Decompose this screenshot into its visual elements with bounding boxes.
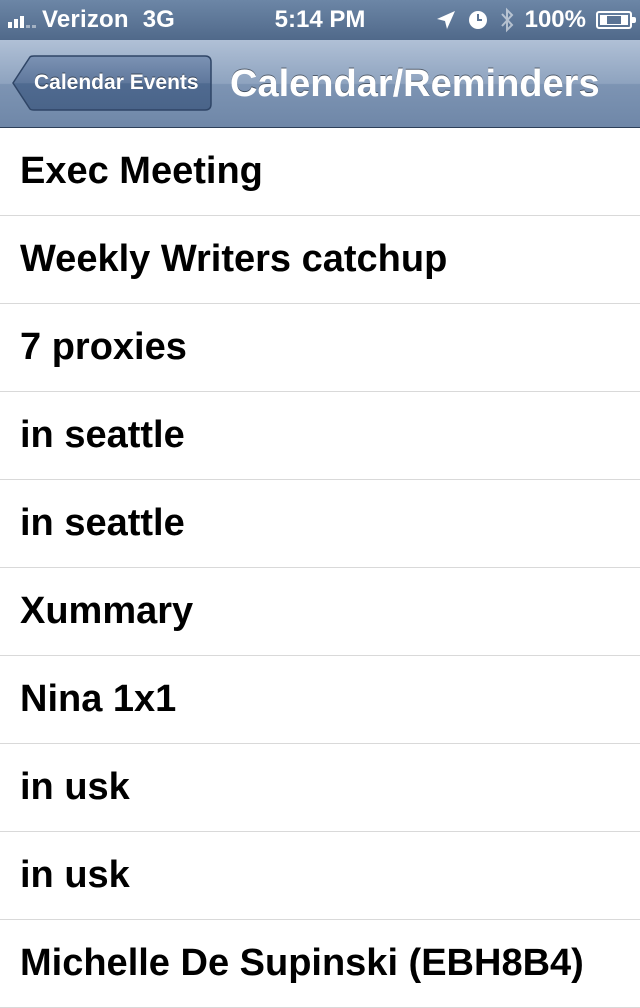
network-type: 3G <box>142 6 175 33</box>
list-item[interactable]: in usk <box>0 744 640 832</box>
list-item[interactable]: Michelle De Supinski (EBH8B4) <box>0 920 640 1008</box>
list-item-label: in usk <box>20 766 130 808</box>
list-item[interactable]: in usk <box>0 832 640 920</box>
battery-charging-icon <box>596 11 636 29</box>
list-item-label: Xummary <box>20 590 194 632</box>
status-bar: Verizon 3G 5:14 PM 100% <box>0 0 640 40</box>
list-item-label: Nina 1x1 <box>20 678 177 720</box>
list-item[interactable]: Weekly Writers catchup <box>0 216 640 304</box>
list-item[interactable]: Exec Meeting <box>0 128 640 216</box>
battery-percent: 100% <box>524 6 586 33</box>
alarm-clock-icon <box>467 9 489 31</box>
list-item-label: Michelle De Supinski (EBH8B4) <box>20 942 584 984</box>
list-item-label: in seattle <box>20 414 185 456</box>
list-item[interactable]: Nina 1x1 <box>0 656 640 744</box>
list-item-label: in usk <box>20 854 130 896</box>
list-item[interactable]: in seattle <box>0 392 640 480</box>
location-arrow-icon <box>435 9 457 31</box>
list-item-label: Weekly Writers catchup <box>20 238 448 280</box>
back-button-label: Calendar Events <box>34 71 199 94</box>
carrier-label: Verizon <box>42 6 129 33</box>
list-item-label: in seattle <box>20 502 185 544</box>
signal-icon <box>8 12 36 28</box>
bluetooth-icon <box>499 7 515 33</box>
list-item[interactable]: 7 proxies <box>0 304 640 392</box>
list-item[interactable]: in seattle <box>0 480 640 568</box>
list-item-label: 7 proxies <box>20 326 187 368</box>
list-item[interactable]: Xummary <box>0 568 640 656</box>
list-item-label: Exec Meeting <box>20 150 263 192</box>
page-title: Calendar/Reminders <box>230 63 600 105</box>
back-button[interactable]: Calendar Events <box>12 55 212 111</box>
reminder-list: Exec Meeting Weekly Writers catchup 7 pr… <box>0 128 640 1008</box>
navigation-bar: Calendar Events Calendar/Reminders <box>0 40 640 128</box>
